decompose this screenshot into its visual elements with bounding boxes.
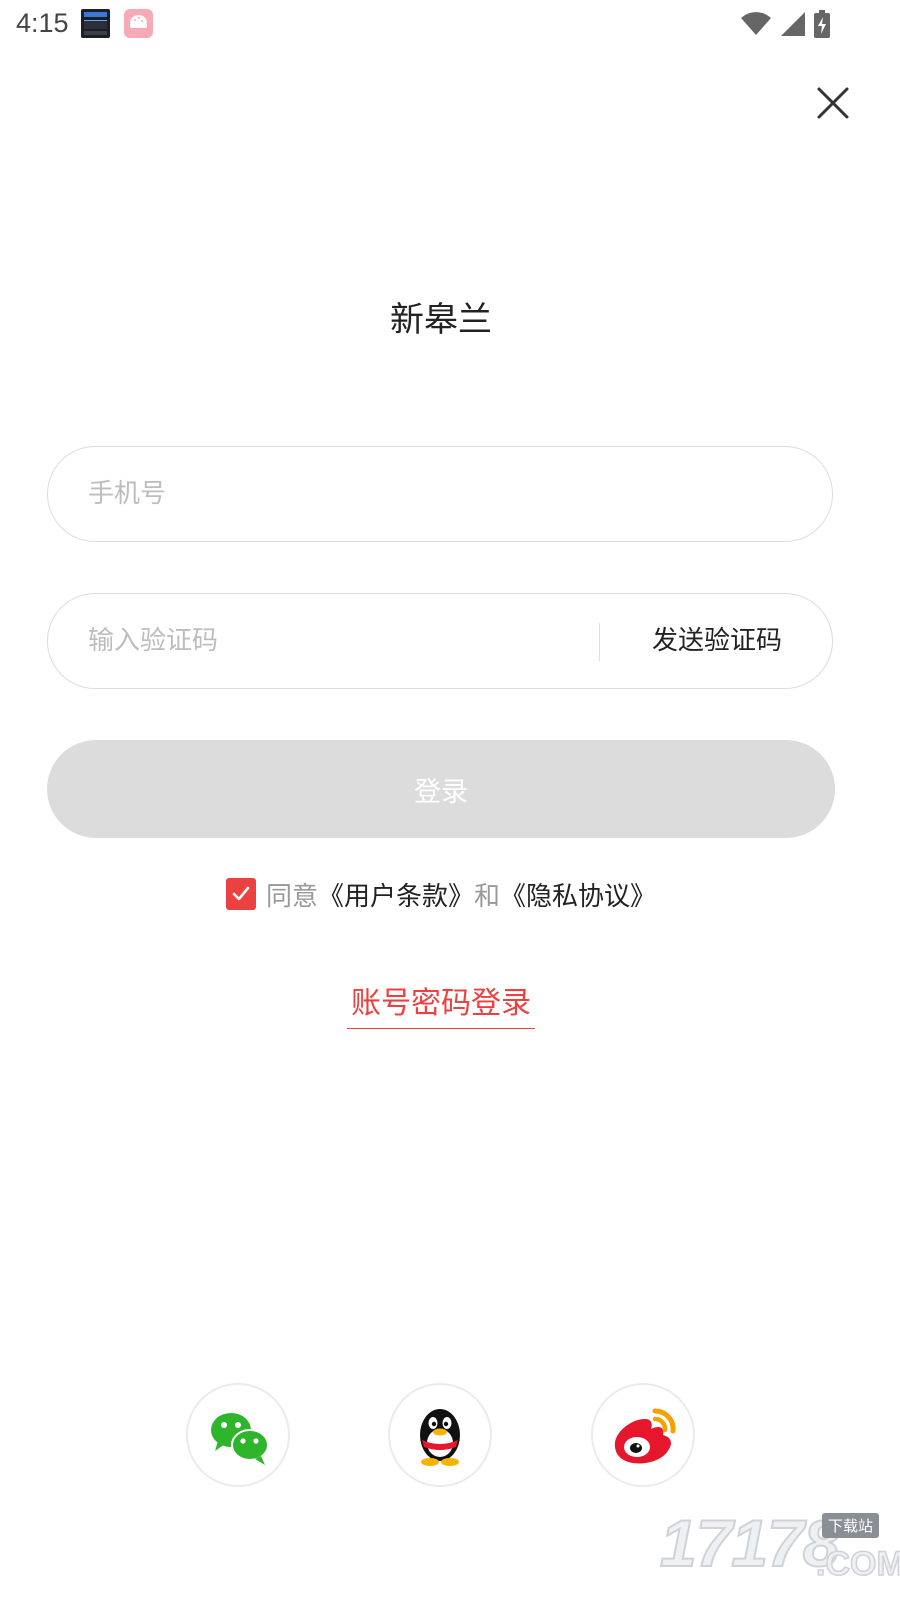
site-watermark: 17178 下载站 .COM: [659, 1505, 900, 1595]
code-field-container: 发送验证码: [47, 593, 833, 689]
status-bar: 4:15: [0, 0, 900, 48]
watermark-domain: .COM: [815, 1544, 900, 1584]
verification-code-input[interactable]: [88, 594, 588, 688]
code-divider: [599, 623, 600, 661]
wechat-icon: [211, 1413, 269, 1465]
agreement-checkbox[interactable]: [225, 878, 256, 910]
checkmark-icon: [232, 886, 250, 901]
close-icon: [817, 87, 849, 119]
watermark-tag: 下载站: [822, 1513, 880, 1538]
battery-charging-icon: [814, 10, 830, 38]
wifi-icon: [741, 12, 771, 36]
phone-field-container: [47, 446, 833, 542]
login-button[interactable]: 登录: [47, 740, 835, 838]
qq-login-button[interactable]: [388, 1383, 492, 1487]
app-title: 新皋兰: [390, 300, 492, 340]
rice-bowl-app-icon: [124, 9, 153, 38]
agreement-conjunction: 和: [474, 881, 501, 912]
signal-icon: [781, 12, 805, 36]
watermark-brand: 17178: [659, 1505, 841, 1581]
clock-widget-icon: [81, 9, 110, 38]
password-login-link[interactable]: 账号密码登录: [347, 978, 535, 1029]
agreement-row: 同意 《用户条款》 和 《隐私协议》: [0, 874, 882, 914]
terms-link[interactable]: 《用户条款》: [318, 876, 474, 913]
agreement-prefix: 同意: [265, 881, 318, 912]
weibo-login-button[interactable]: [591, 1383, 695, 1487]
wechat-login-button[interactable]: [186, 1383, 290, 1487]
send-code-button[interactable]: 发送验证码: [601, 594, 833, 688]
system-status-icons: [740, 10, 830, 38]
phone-input[interactable]: [88, 447, 788, 541]
weibo-icon: [614, 1408, 676, 1464]
status-time: 4:15: [16, 8, 69, 38]
close-button[interactable]: [812, 82, 854, 124]
privacy-link[interactable]: 《隐私协议》: [500, 876, 656, 913]
qq-icon: [420, 1409, 460, 1466]
